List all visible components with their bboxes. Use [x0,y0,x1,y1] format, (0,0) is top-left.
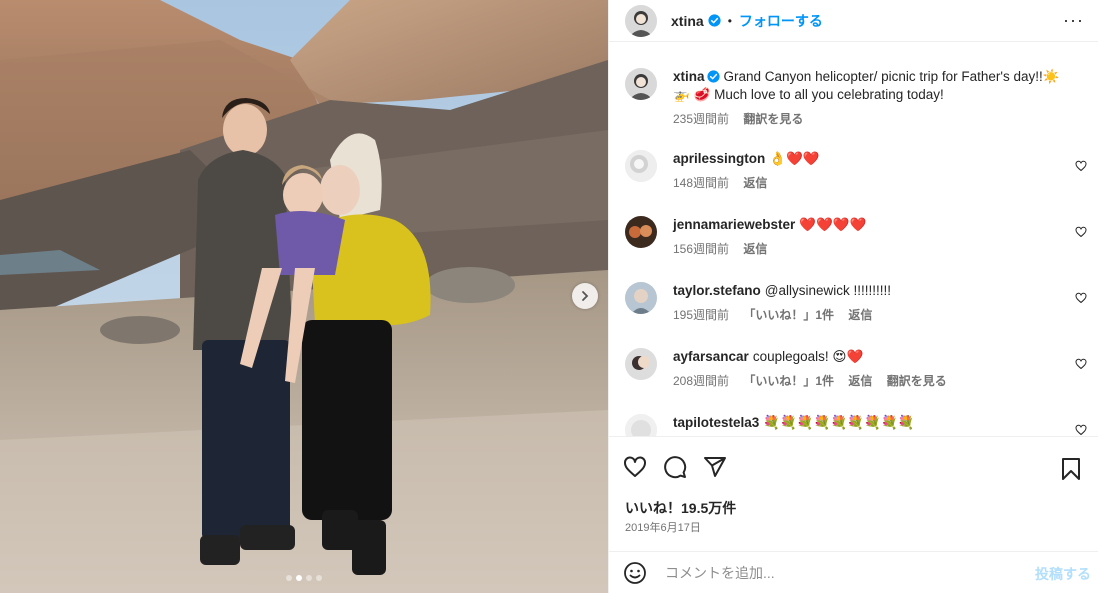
carousel-dot [296,575,302,581]
comment-username[interactable]: tapilotestela3 [673,415,759,430]
comment-meta: 156週間前 返信 [673,240,1068,258]
comment-text: couplegoals! 😍❤️ [752,349,864,364]
post-actions: いいね！19.5万件 2019年6月17日 [609,436,1098,556]
comment-body: aprilessington 👌❤️❤️ 148週間前 返信 [673,150,1068,192]
bookmark-save-icon[interactable] [1060,457,1082,481]
comment-input[interactable] [665,560,1005,586]
emoji-smiley-icon[interactable] [623,561,647,585]
carousel-dot [306,575,312,581]
comment-body: taylor.stefano @allysinewick !!!!!!!!!! 1… [673,282,1068,324]
comment-body: ayfarsancar couplegoals! 😍❤️ 208週間前 「いいね！… [673,348,1068,390]
comment-like-heart-icon[interactable] [1075,160,1087,172]
carousel-next-button[interactable] [572,283,598,309]
comment-time: 156週間前 [673,242,730,256]
comment-like-heart-icon[interactable] [1075,358,1087,370]
caption-text-line1: Grand Canyon helicopter/ picnic trip for… [723,69,1060,84]
reply-link[interactable]: 返信 [743,242,767,256]
comment-time: 208週間前 [673,374,730,388]
chevron-right-icon [582,291,589,301]
man-figure [193,98,295,565]
comment-text: 👌❤️❤️ [769,151,820,166]
comment-username[interactable]: aprilessington [673,151,765,166]
carousel-dot [316,575,322,581]
caption-username[interactable]: xtina [673,69,705,84]
commenter-avatar[interactable] [625,348,657,380]
carousel-dots [0,575,608,581]
comment-time: 148週間前 [673,176,730,190]
comment-likes-count[interactable]: 「いいね！」1件 [743,308,834,322]
comment-like-heart-icon[interactable] [1075,226,1087,238]
action-icons [623,455,727,479]
comment-body: jennamariewebster ❤️❤️❤️❤️ 156週間前 返信 [673,216,1068,258]
comment-time: 195週間前 [673,308,730,322]
comments-list[interactable]: xtina Grand Canyon helicopter/ picnic tri… [609,42,1098,436]
comment-like-heart-icon[interactable] [1075,424,1087,436]
comment-bubble-icon[interactable] [663,455,687,479]
comment-like-heart-icon[interactable] [1075,292,1087,304]
caption-body: xtina Grand Canyon helicopter/ picnic tri… [673,68,1068,128]
add-comment-bar: 投稿する [609,551,1098,593]
comment-text: ❤️❤️❤️❤️ [799,217,867,232]
commenter-avatar[interactable] [625,282,657,314]
post-date: 2019年6月17日 [625,522,701,534]
comment-username[interactable]: ayfarsancar [673,349,749,364]
comment-text: 💐💐💐💐💐💐💐💐💐 [763,415,915,430]
commenter-avatar[interactable] [625,216,657,248]
caption-text-line2: 🚁 🥩 Much love to all you celebrating tod… [673,87,944,102]
commenter-avatar[interactable] [625,150,657,182]
post-header: xtina • フォローする ··· [609,0,1098,42]
comment-meta: 195週間前 「いいね！」1件 返信 [673,306,1068,324]
instagram-post-view: xtina • フォローする ··· xtina Grand Canyon hel… [0,0,1098,593]
comment-translate-link[interactable]: 翻訳を見る [887,374,947,388]
caption-meta: 235週間前 翻訳を見る [673,110,1068,128]
reply-link[interactable]: 返信 [848,308,872,322]
like-heart-icon[interactable] [623,455,647,479]
header-separator: • [727,13,732,28]
caption-translate-link[interactable]: 翻訳を見る [743,112,803,126]
post-side-panel: xtina • フォローする ··· xtina Grand Canyon hel… [608,0,1098,593]
caption-time: 235週間前 [673,112,730,126]
author-avatar[interactable] [625,4,657,37]
family-photo-image [0,0,608,593]
comment-meta: 148週間前 返信 [673,174,1068,192]
caption-avatar[interactable] [625,68,657,100]
author-username[interactable]: xtina [671,13,704,29]
commenter-avatar[interactable] [625,414,657,436]
comment-meta: 208週間前 「いいね！」1件 返信 翻訳を見る [673,372,1068,390]
post-photo[interactable] [0,0,608,593]
comment-text: @allysinewick !!!!!!!!!! [764,283,892,298]
reply-link[interactable]: 返信 [743,176,767,190]
post-comment-button[interactable]: 投稿する [1035,564,1091,584]
comment-username[interactable]: taylor.stefano [673,283,761,298]
reply-link[interactable]: 返信 [848,374,872,388]
verified-badge-icon [708,14,721,27]
comment-likes-count[interactable]: 「いいね！」1件 [743,374,834,388]
carousel-dot [286,575,292,581]
comment-body: tapilotestela3 💐💐💐💐💐💐💐💐💐 [673,414,1068,432]
more-options-icon[interactable]: ··· [1063,10,1084,31]
share-send-icon[interactable] [703,455,727,479]
verified-badge-icon [706,70,720,83]
comment-username[interactable]: jennamariewebster [673,217,795,232]
follow-button[interactable]: フォローする [739,11,823,31]
likes-count[interactable]: いいね！19.5万件 [625,498,736,518]
